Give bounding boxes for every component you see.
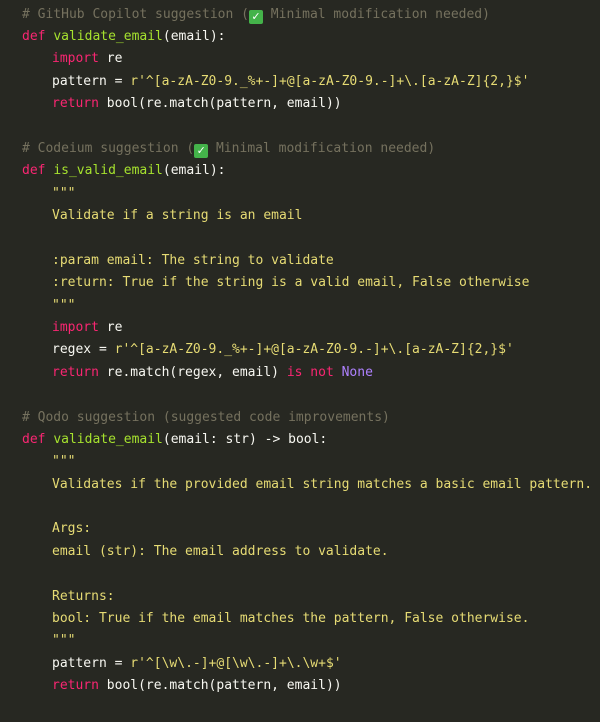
function-name: validate_email: [53, 28, 163, 44]
import-keyword: import: [52, 319, 99, 335]
code-line: return re.match(regex, email) is not Non…: [0, 362, 600, 384]
docstring-delimiter: """: [52, 633, 76, 649]
assignment-lhs: regex =: [52, 342, 115, 358]
regex-string: r'^[a-zA-Z0-9._%+-]+@[a-zA-Z0-9.-]+\.[a-…: [114, 342, 514, 358]
docstring-line: bool: True if the email matches the patt…: [52, 611, 530, 627]
regex-string: r'^[a-zA-Z0-9._%+-]+@[a-zA-Z0-9.-]+\.[a-…: [130, 73, 530, 89]
def-keyword: def: [22, 431, 46, 447]
code-line: return bool(re.match(pattern, email)): [0, 93, 600, 115]
module-name: re: [98, 319, 123, 335]
docstring-line: Args:: [52, 521, 92, 537]
docstring-delimiter: """: [52, 454, 76, 470]
code-line: import re: [0, 48, 600, 70]
docstring-delimiter: """: [52, 297, 76, 313]
return-expression: bool(re.match(pattern, email)): [98, 96, 342, 112]
module-name: re: [98, 51, 123, 67]
is-not-keyword: is not: [286, 364, 334, 380]
code-line: pattern = r'^[a-zA-Z0-9._%+-]+@[a-zA-Z0-…: [0, 71, 600, 93]
def-keyword: def: [22, 28, 46, 44]
return-keyword: return: [52, 678, 99, 694]
return-keyword: return: [52, 96, 99, 112]
regex-string: r'^[\w\.-]+@[\w\.-]+\.\w+$': [130, 655, 342, 671]
function-signature: def is_valid_email(email):: [0, 160, 600, 182]
function-params: (email):: [162, 163, 226, 179]
comment-text: # GitHub Copilot suggestion (: [22, 6, 249, 22]
code-snippet-panel: # GitHub Copilot suggestion (✓ Minimal m…: [0, 0, 600, 722]
code-line: import re: [0, 317, 600, 339]
assignment-lhs: pattern =: [52, 73, 131, 89]
docstring-line: :return: True if the string is a valid e…: [52, 275, 530, 291]
none-constant: None: [341, 364, 373, 380]
code-line: return bool(re.match(pattern, email)): [0, 675, 600, 697]
function-params: (email: str) -> bool:: [162, 431, 328, 447]
function-name: is_valid_email: [53, 163, 163, 179]
docstring-line: Validate if a string is an email: [52, 208, 303, 224]
function-name: validate_email: [53, 431, 163, 447]
assignment-lhs: pattern =: [52, 655, 131, 671]
docstring-delimiter: """: [52, 185, 76, 201]
docstring-line: Validates if the provided email string m…: [52, 476, 593, 492]
function-params: (email):: [162, 28, 226, 44]
comment-line: # Codeium suggestion (✓ Minimal modifica…: [0, 138, 600, 160]
return-keyword: return: [52, 364, 99, 380]
docstring-line: :param email: The string to validate: [52, 252, 334, 268]
import-keyword: import: [52, 51, 99, 67]
def-keyword: def: [22, 163, 46, 179]
comment-line: # GitHub Copilot suggestion (✓ Minimal m…: [0, 4, 600, 26]
code-line: regex = r'^[a-zA-Z0-9._%+-]+@[a-zA-Z0-9.…: [0, 339, 600, 361]
comment-text: Minimal modification needed): [262, 6, 490, 22]
function-signature: def validate_email(email):: [0, 26, 600, 48]
return-expression: re.match(regex, email): [98, 364, 287, 380]
docstring-line: Returns:: [52, 588, 115, 604]
comment-text: Minimal modification needed): [208, 140, 436, 156]
comment-text: # Codeium suggestion (: [22, 140, 195, 156]
code-line: pattern = r'^[\w\.-]+@[\w\.-]+\.\w+$': [0, 653, 600, 675]
function-signature: def validate_email(email: str) -> bool:: [0, 429, 600, 451]
docstring-line: email (str): The email address to valida…: [52, 543, 389, 559]
check-mark-icon: ✓: [194, 143, 209, 158]
check-mark-icon: ✓: [248, 9, 263, 24]
return-expression: bool(re.match(pattern, email)): [98, 678, 342, 694]
comment-line: # Qodo suggestion (suggested code improv…: [22, 409, 390, 425]
